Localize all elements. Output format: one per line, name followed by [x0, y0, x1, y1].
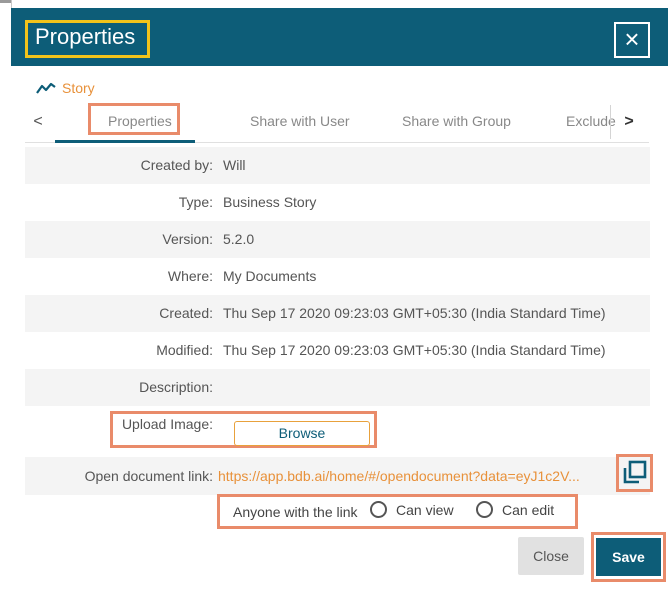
story-label: Story [62, 80, 95, 96]
document-link-label: Open document link: [84, 468, 213, 484]
properties-table: Created by: Will Type: Business Story Ve… [25, 147, 650, 443]
property-value: Thu Sep 17 2020 09:23:03 GMT+05:30 (Indi… [223, 305, 606, 321]
tab-next-icon[interactable]: > [621, 113, 637, 131]
dialog-header: Properties × [11, 8, 668, 66]
property-value: Will [223, 157, 246, 173]
property-row: Where: My Documents [25, 258, 650, 295]
story-breadcrumb: Story [36, 78, 95, 98]
active-tab-underline [55, 140, 195, 143]
permissions-prefix-label: Anyone with the link [233, 504, 358, 520]
tab-prev-icon[interactable]: < [30, 113, 46, 131]
property-value: 5.2.0 [223, 231, 255, 247]
document-link-url[interactable]: https://app.bdb.ai/home/#/opendocument?d… [218, 468, 580, 484]
line-chart-icon [36, 82, 56, 94]
radio-label-can-edit: Can edit [502, 501, 555, 518]
property-label: Created: [159, 305, 213, 321]
tab-share-with-user[interactable]: Share with User [250, 113, 350, 129]
property-row: Description: [25, 369, 650, 406]
property-label: Description: [139, 379, 213, 395]
permission-option-can-edit[interactable]: Can edit [476, 501, 554, 518]
save-button[interactable]: Save [596, 538, 661, 576]
permission-option-can-view[interactable]: Can view [370, 501, 454, 518]
radio-can-view[interactable] [370, 501, 387, 518]
property-row: Modified: Thu Sep 17 2020 09:23:03 GMT+0… [25, 332, 650, 369]
property-label: Modified: [156, 342, 213, 358]
tab-divider [610, 105, 611, 139]
close-button[interactable]: Close [518, 537, 584, 575]
property-row: Type: Business Story [25, 184, 650, 221]
property-row: Version: 5.2.0 [25, 221, 650, 258]
radio-can-edit[interactable] [476, 501, 493, 518]
property-label: Created by: [140, 157, 213, 173]
property-row: Created by: Will [25, 147, 650, 184]
close-icon[interactable]: × [614, 22, 650, 58]
tab-properties[interactable]: Properties [108, 113, 172, 129]
copy-icon[interactable] [621, 459, 648, 486]
property-value: Thu Sep 17 2020 09:23:03 GMT+05:30 (Indi… [223, 342, 606, 358]
property-value: My Documents [223, 268, 317, 284]
property-label: Version: [162, 231, 213, 247]
tab-exclude[interactable]: Exclude [566, 113, 616, 129]
dialog-title: Properties [35, 24, 136, 49]
tab-bar: < Properties Share with User Share with … [25, 101, 649, 143]
property-value: Business Story [223, 194, 317, 210]
browse-button[interactable]: Browse [234, 421, 370, 446]
property-label: Type: [178, 194, 213, 210]
property-row: Created: Thu Sep 17 2020 09:23:03 GMT+05… [25, 295, 650, 332]
properties-dialog: Properties × Story < Properties Share wi… [11, 8, 668, 613]
property-label: Where: [167, 268, 213, 284]
tab-share-with-group[interactable]: Share with Group [402, 113, 511, 129]
radio-label-can-view: Can view [396, 501, 454, 518]
permissions-prefix: Anyone with the link [233, 504, 358, 520]
document-link-row: Open document link: https://app.bdb.ai/h… [25, 457, 650, 495]
